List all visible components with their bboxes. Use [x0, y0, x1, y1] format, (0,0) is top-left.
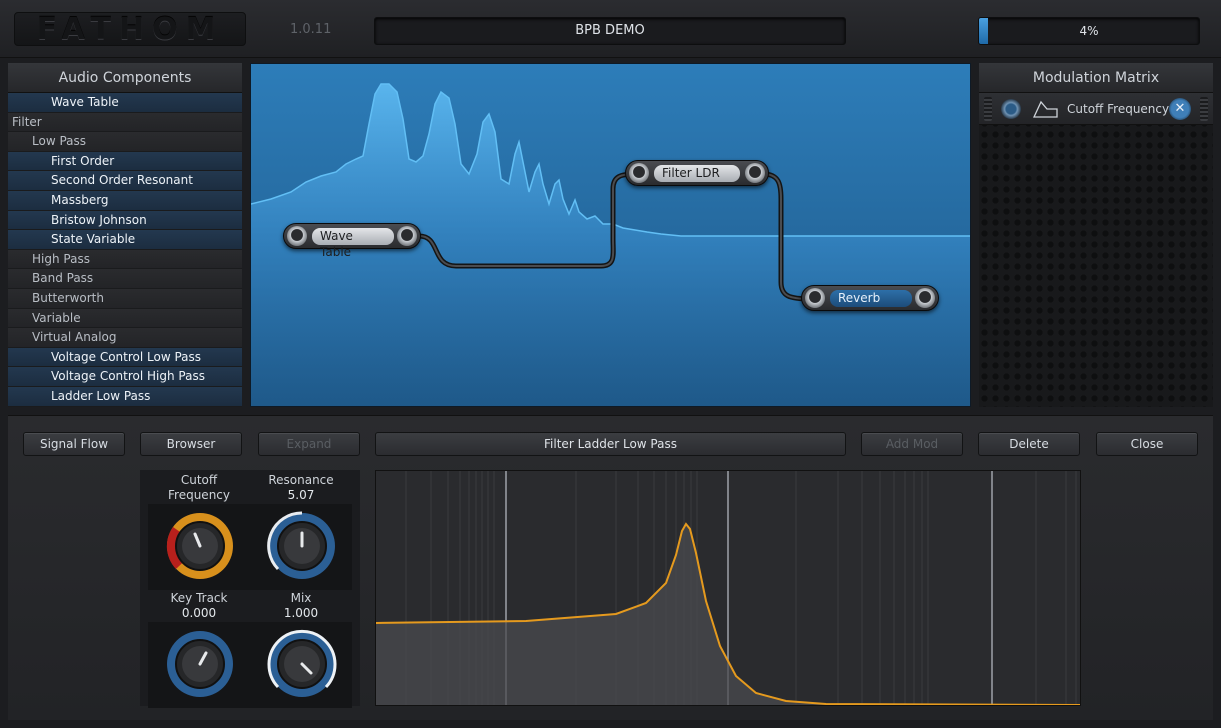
remove-mod-icon[interactable]: ✕ — [1169, 98, 1191, 120]
expand-button[interactable]: Expand — [258, 432, 360, 456]
component-first-order[interactable]: First Order — [8, 151, 242, 172]
node-label: Wave Table — [312, 228, 394, 259]
mix-knob[interactable] — [267, 629, 337, 699]
version-label: 1.0.11 — [290, 22, 332, 37]
input-port[interactable] — [629, 163, 649, 183]
knob-value: 0.000 — [181, 606, 217, 620]
cpu-meter-value: 4% — [1079, 24, 1099, 38]
key-track-readout: Key Track 0.000 — [148, 591, 250, 621]
knob-value: 1.000 — [283, 606, 319, 620]
browser-button[interactable]: Browser — [140, 432, 242, 456]
component-wave-table[interactable]: Wave Table — [8, 93, 242, 113]
modulation-matrix-panel: Modulation Matrix Cutoff Frequency ✕ — [979, 63, 1213, 407]
input-port[interactable] — [287, 226, 307, 246]
logo-text: FATHOM — [36, 11, 224, 47]
add-mod-button[interactable]: Add Mod — [861, 432, 963, 456]
component-high-pass[interactable]: High Pass — [8, 249, 242, 270]
cpu-meter: 4% — [978, 17, 1200, 45]
modulation-matrix-title: Modulation Matrix — [979, 63, 1213, 93]
knob-label: Cutoff Frequency — [168, 473, 230, 502]
knob-label: Mix — [290, 591, 312, 605]
knob-label: Key Track — [170, 591, 228, 605]
drag-handle-icon[interactable] — [1200, 97, 1208, 121]
component-voltage-control-low-pass[interactable]: Voltage Control Low Pass — [8, 347, 242, 368]
node-label: Filter LDR — [654, 165, 740, 182]
cutoff-frequency-knob-box — [148, 504, 250, 590]
audio-components-title: Audio Components — [8, 63, 242, 93]
component-voltage-control-high-pass[interactable]: Voltage Control High Pass — [8, 367, 242, 387]
component-title: Filter Ladder Low Pass — [375, 432, 846, 456]
close-button[interactable]: Close — [1096, 432, 1198, 456]
output-port[interactable] — [915, 288, 935, 308]
mod-source-icon[interactable] — [1001, 99, 1021, 119]
filter-response-graph — [375, 470, 1081, 706]
node-reverb[interactable]: Reverb — [801, 285, 939, 311]
key-track-knob-box — [148, 622, 250, 708]
node-label: Reverb — [830, 290, 912, 307]
mix-readout: Mix 1.000 — [250, 591, 352, 621]
component-bristow-johnson[interactable]: Bristow Johnson — [8, 210, 242, 231]
resonance-knob-box — [250, 504, 352, 590]
component-band-pass[interactable]: Band Pass — [8, 269, 242, 289]
component-editor: Signal Flow Browser Expand Filter Ladder… — [8, 415, 1213, 720]
component-filter[interactable]: Filter — [8, 112, 242, 133]
cutoff-frequency-knob[interactable] — [165, 511, 235, 581]
signal-flow-canvas[interactable]: Wave Table Filter LDR Reverb — [250, 63, 971, 407]
signal-flow-button[interactable]: Signal Flow — [23, 432, 125, 456]
component-massberg[interactable]: Massberg — [8, 190, 242, 211]
filter-response-plot — [376, 471, 1080, 705]
delete-button[interactable]: Delete — [978, 432, 1080, 456]
component-ladder-low-pass[interactable]: Ladder Low Pass — [8, 386, 242, 407]
knob-panel: Cutoff Frequency 780 Resonance 5.07 — [140, 470, 360, 708]
audio-components-panel: Audio Components Wave Table Filter Low Pas… — [8, 63, 242, 407]
knob-value: 5.07 — [287, 488, 315, 502]
component-butterworth[interactable]: Butterworth — [8, 288, 242, 309]
key-track-knob[interactable] — [165, 629, 235, 699]
resonance-readout: Resonance 5.07 — [250, 473, 352, 503]
resonance-knob[interactable] — [267, 511, 337, 581]
component-tree: Wave Table Filter Low Pass First Order Secon… — [8, 93, 242, 407]
component-virtual-analog[interactable]: Virtual Analog — [8, 328, 242, 348]
node-wave-table[interactable]: Wave Table — [283, 223, 421, 259]
top-bar: FATHOM 1.0.11 BPB DEMO 4% — [0, 0, 1221, 58]
preset-name-display[interactable]: BPB DEMO — [374, 17, 846, 45]
drag-handle-icon[interactable] — [984, 97, 992, 121]
knob-label: Resonance — [268, 473, 334, 487]
output-port[interactable] — [397, 226, 417, 246]
mod-row[interactable]: Cutoff Frequency ✕ — [979, 93, 1213, 125]
output-port[interactable] — [745, 163, 765, 183]
component-second-order-resonant[interactable]: Second Order Resonant — [8, 171, 242, 191]
component-low-pass[interactable]: Low Pass — [8, 132, 242, 152]
mix-knob-box — [250, 622, 352, 708]
component-variable[interactable]: Variable — [8, 308, 242, 329]
mod-target-label: Cutoff Frequency — [1067, 102, 1170, 116]
envelope-icon — [1033, 100, 1058, 118]
node-filter-ldr[interactable]: Filter LDR — [625, 160, 769, 186]
input-port[interactable] — [805, 288, 825, 308]
component-state-variable[interactable]: State Variable — [8, 230, 242, 250]
app-logo: FATHOM — [14, 11, 246, 47]
